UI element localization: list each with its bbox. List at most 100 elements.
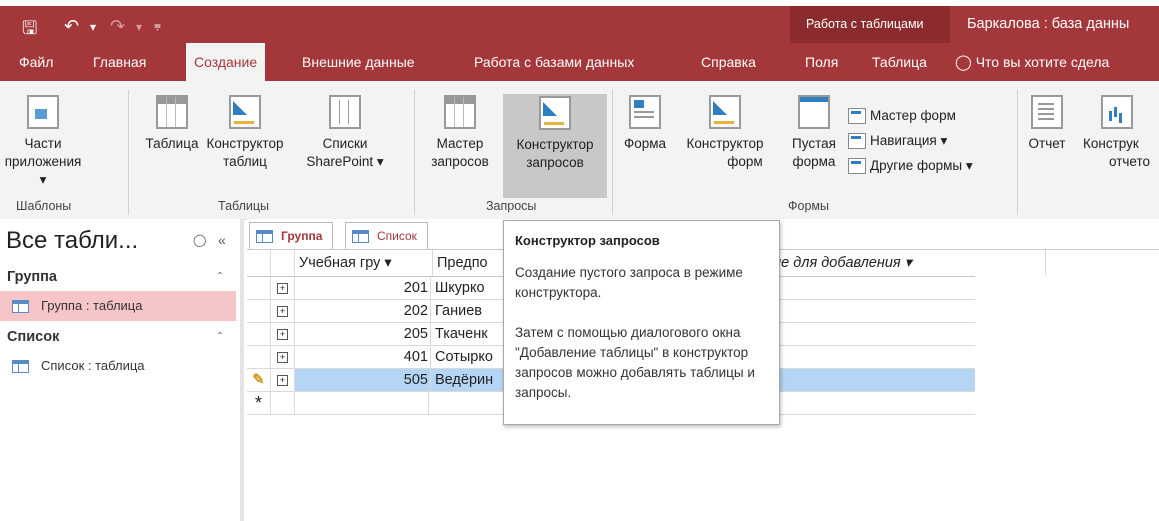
table-design-icon [229,95,261,129]
sharepoint-label-2: SharePoint ▾ [306,154,384,169]
cell-group[interactable]: 202 [295,300,431,322]
row-selector[interactable] [247,277,271,299]
table-button[interactable]: Таблица [140,95,204,153]
report-design-button[interactable]: Конструк отчето [1075,95,1159,171]
tab-fields[interactable]: Поля [805,43,838,81]
navigation-icon [848,133,866,150]
group-separator [1017,90,1018,215]
table-icon [352,230,369,244]
tell-me-box[interactable]: ◯ Что вы хотите сдела [955,43,1109,81]
expand-icon[interactable]: + [271,323,295,345]
doc-tab-label: Список [377,229,417,243]
more-forms-button[interactable]: Другие формы ▾ [848,155,973,177]
expand-icon[interactable]: + [271,277,295,299]
row-selector[interactable] [247,346,271,368]
expand-icon[interactable]: + [271,346,295,368]
report-label: Отчет [1028,136,1066,151]
app-parts-icon [27,95,59,129]
tab-home[interactable]: Главная [93,43,146,81]
new-cell-group[interactable] [295,392,429,414]
undo-icon[interactable]: ↶ [64,16,79,37]
query-design-button[interactable]: Конструктор запросов [503,94,607,198]
tab-file[interactable]: Файл [19,43,53,81]
redo-icon: ↷ [110,16,126,36]
form-button[interactable]: Форма [620,95,670,153]
nav-search-icon[interactable]: ◯ [193,233,206,247]
navigation-button[interactable]: Навигация ▾ [848,130,947,152]
form-wizard-icon [848,108,866,125]
table-design-button[interactable]: Конструктор таблиц [204,95,286,171]
form-design-button[interactable]: Конструктор форм [670,95,780,171]
cell-group[interactable]: 401 [295,346,431,368]
row-selector[interactable] [247,323,271,345]
query-wizard-button[interactable]: Мастер запросов [422,95,498,171]
app-parts-label-2: приложения ▾ [4,154,82,187]
form-design-label-1: Конструктор [686,136,764,151]
more-forms-icon [848,158,866,175]
app-parts-button[interactable]: Части приложения ▾ [2,95,84,189]
ribbon: Части приложения ▾ Шаблоны Таблица Конст… [0,81,1159,220]
tab-create[interactable]: Создание [186,43,266,81]
edit-pencil-icon: ✎ [247,369,271,391]
cell-group[interactable]: 505 [295,369,431,391]
screentip-title: Конструктор запросов [515,233,660,248]
doc-tab-group[interactable]: Группа [249,222,334,249]
report-design-label-1: Конструк [1083,136,1139,151]
expand-icon[interactable]: + [271,369,295,391]
nav-item-group-table[interactable]: Группа : таблица [0,291,236,321]
screentip-body: Создание пустого запроса в режиме констр… [515,263,771,423]
table-label: Таблица [145,136,199,151]
table-icon [12,300,29,314]
form-icon [629,95,661,129]
sharepoint-label-1: Списки [322,136,368,151]
cell-group[interactable]: 201 [295,277,431,299]
form-wizard-button[interactable]: Мастер форм [848,105,956,127]
group-label-forms: Формы [788,199,829,213]
nav-item-label: Список : таблица [41,358,145,373]
nav-section-list[interactable]: Список [7,329,59,345]
query-wizard-label-1: Мастер [436,136,484,151]
blank-form-label-2: форма [792,154,836,169]
redo-dropdown-icon: ▾ [136,20,143,34]
report-button[interactable]: Отчет [1022,95,1072,153]
doc-tab-label: Группа [281,229,323,243]
group-label-templates: Шаблоны [16,199,72,213]
screentip-paragraph: Создание пустого запроса в режиме констр… [515,265,743,300]
customize-qat-icon[interactable]: ⩦ [154,18,161,33]
query-wizard-label-2: запросов [431,154,489,169]
doc-tab-list[interactable]: Список [345,222,428,249]
cell-group[interactable]: 205 [295,323,431,345]
save-icon[interactable]: 🖫 [22,16,37,46]
new-record-spacer [271,392,295,414]
header-spacer [271,250,295,276]
tab-help[interactable]: Справка [701,43,756,81]
sharepoint-lists-button[interactable]: Списки SharePoint ▾ [300,95,390,171]
blank-form-icon [798,95,830,129]
tab-external-data[interactable]: Внешние данные [302,43,415,81]
group-label-tables: Таблицы [218,199,270,213]
row-selector[interactable] [247,300,271,322]
lightbulb-icon: ◯ [955,54,972,71]
screentip: Конструктор запросов Создание пустого за… [503,220,780,425]
nav-item-list-table[interactable]: Список : таблица [0,351,236,381]
select-all-corner[interactable] [247,250,271,276]
tab-table[interactable]: Таблица [872,43,927,81]
nav-pane-title[interactable]: Все табли... [6,227,138,255]
section-collapse-icon[interactable]: ˆ [218,330,222,344]
nav-item-label: Группа : таблица [41,298,143,313]
report-icon [1031,95,1063,129]
column-header-group[interactable]: Учебная гру ▾ [295,250,433,276]
form-label: Форма [623,136,667,151]
query-design-label-2: запросов [526,155,584,170]
collapse-pane-icon[interactable]: « [218,232,226,248]
section-collapse-icon[interactable]: ˆ [218,270,222,284]
table-icon [256,230,273,244]
undo-dropdown-icon[interactable]: ▾ [90,20,96,34]
table-icon [12,360,29,374]
blank-form-button[interactable]: Пустая форма [786,95,842,171]
query-design-icon [539,96,571,130]
expand-icon[interactable]: + [271,300,295,322]
group-separator [612,90,613,215]
nav-section-group[interactable]: Группа [7,269,57,285]
tab-database-tools[interactable]: Работа с базами данных [474,43,634,81]
